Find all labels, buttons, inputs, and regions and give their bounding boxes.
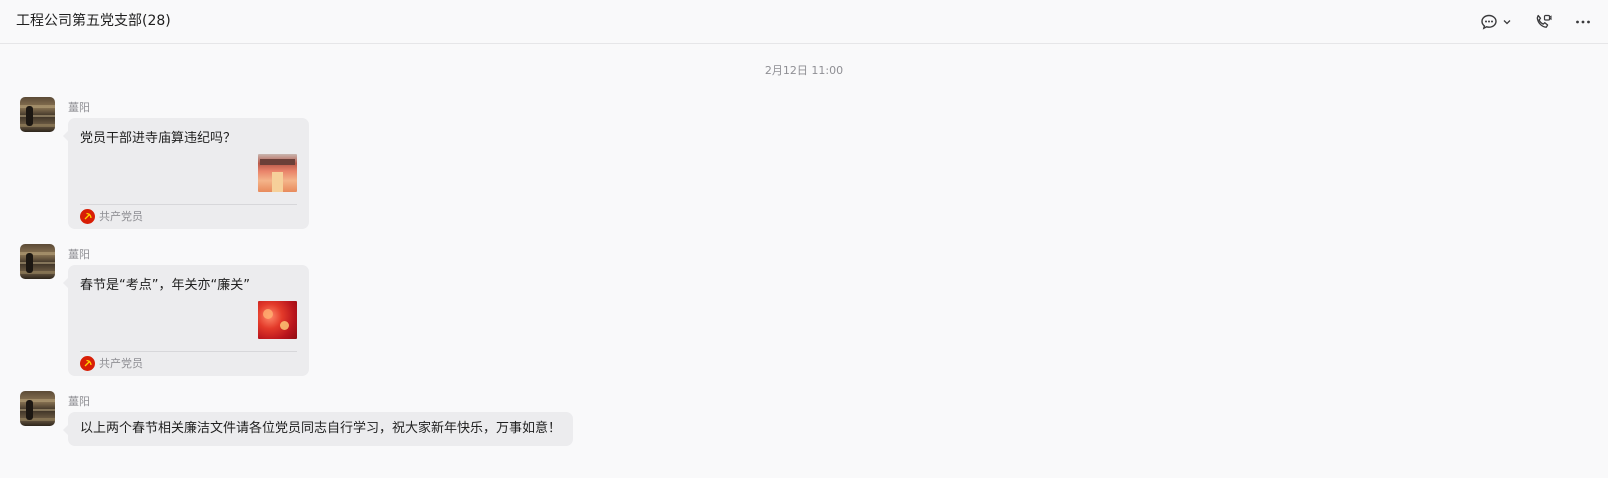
article-thumbnail [258, 154, 297, 192]
source-label: 共产党员 [99, 356, 143, 370]
call-button[interactable] [1534, 13, 1552, 31]
sender-name[interactable]: 薑阳 [68, 394, 90, 409]
chat-header: 工程公司第五党支部(28) [0, 0, 1608, 44]
chat-icon [1481, 14, 1497, 30]
phone-call-icon [1536, 14, 1552, 28]
article-title: 春节是“考点”，年关亦“廉关” [80, 278, 250, 293]
more-button[interactable] [1574, 13, 1592, 31]
avatar[interactable] [20, 244, 55, 279]
sender-name[interactable]: 薑阳 [68, 247, 90, 262]
text-message-bubble[interactable]: 以上两个春节相关廉洁文件请各位党员同志自行学习，祝大家新年快乐，万事如意！ [62, 412, 574, 446]
message-text: 以上两个春节相关廉洁文件请各位党员同志自行学习，祝大家新年快乐，万事如意！ [80, 421, 562, 436]
header-actions [1480, 10, 1592, 34]
chat-title[interactable]: 工程公司第五党支部(28) [16, 11, 171, 31]
source-label: 共产党员 [99, 209, 143, 223]
article-title: 党员干部进寺庙算违纪吗？ [80, 131, 237, 146]
avatar[interactable] [20, 97, 55, 132]
chat-options-button[interactable] [1480, 13, 1512, 31]
card-divider [80, 204, 297, 205]
card-divider [80, 351, 297, 352]
chevron-down-icon [1503, 20, 1511, 25]
article-thumbnail [258, 301, 297, 339]
more-icon [1576, 20, 1590, 24]
sender-name[interactable]: 薑阳 [68, 100, 90, 115]
article-card[interactable]: 春节是“考点”，年关亦“廉关” 共产党员 [63, 265, 309, 376]
article-card[interactable]: 党员干部进寺庙算违纪吗？ 共产党员 [63, 118, 309, 229]
party-emblem-icon [80, 208, 95, 224]
article-source: 共产党员 [80, 355, 143, 371]
avatar[interactable] [20, 391, 55, 426]
message-timestamp: 2月12日 11:00 [764, 64, 844, 77]
party-emblem-icon [80, 355, 95, 371]
article-source: 共产党员 [80, 208, 143, 224]
